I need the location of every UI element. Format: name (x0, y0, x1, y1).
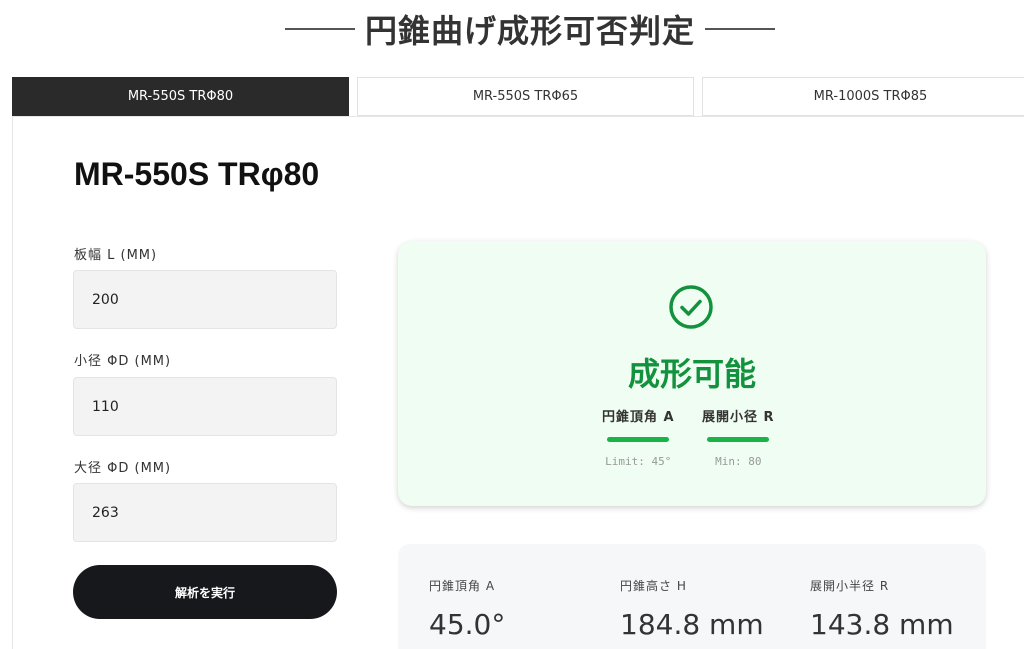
tab-mr-1000s-trphi85[interactable]: MR-1000S TRΦ85 (702, 77, 1024, 116)
large-diameter-input[interactable] (73, 483, 337, 542)
small-diameter-input[interactable] (73, 377, 337, 436)
stat-label: 円錐高さ H (620, 579, 687, 593)
metric-status-bar (607, 437, 670, 442)
machine-tabs: MR-550S TRΦ80 MR-550S TRΦ65 MR-1000S TRΦ… (12, 77, 1024, 116)
metric-label: 展開小径 R (702, 410, 775, 425)
title-rule-left (284, 28, 355, 30)
small-diameter-label: 小径 ΦD (MM) (74, 354, 172, 369)
result-card: 成形可能 円錐頂角 A Limit: 45° 展開小径 R Min: 80 (398, 241, 986, 506)
stat-value: 143.8 mm (810, 608, 954, 641)
stat-label: 展開小半径 R (810, 579, 890, 593)
title-rule-right (705, 28, 775, 30)
tab-mr-550s-trphi80[interactable]: MR-550S TRΦ80 (12, 77, 349, 116)
metric-cone-apex-angle: 円錐頂角 A Limit: 45° (602, 406, 675, 468)
plate-width-label: 板幅 L (MM) (74, 248, 158, 263)
metric-developed-small-radius: 展開小径 R Min: 80 (702, 406, 775, 468)
page-header: 円錐曲げ成形可否判定 (0, 6, 1024, 52)
metric-label: 円錐頂角 A (602, 410, 675, 425)
check-circle-icon (669, 285, 713, 329)
stat-developed-small-radius: 展開小半径 R 143.8 mm (810, 577, 954, 641)
metric-limit: Min: 80 (715, 455, 762, 468)
stat-value: 45.0° (429, 608, 506, 641)
large-diameter-label: 大径 ΦD (MM) (74, 461, 172, 476)
stat-value: 184.8 mm (620, 608, 764, 641)
stats-card: 円錐頂角 A 45.0° 円錐高さ H 184.8 mm 展開小半径 R 143… (398, 544, 986, 649)
stat-label: 円錐頂角 A (429, 579, 496, 593)
metric-limit: Limit: 45° (605, 455, 672, 468)
plate-width-input[interactable] (73, 270, 337, 329)
metric-status-bar (707, 437, 770, 442)
page-title: 円錐曲げ成形可否判定 (364, 12, 695, 50)
run-analysis-button[interactable]: 解析を実行 (73, 565, 337, 619)
stat-cone-height: 円錐高さ H 184.8 mm (620, 577, 764, 641)
stat-cone-apex-angle: 円錐頂角 A 45.0° (429, 577, 505, 641)
machine-title: MR-550S TRφ80 (74, 156, 320, 192)
result-status: 成形可能 (627, 355, 756, 393)
tab-mr-550s-trphi65[interactable]: MR-550S TRΦ65 (357, 77, 694, 116)
